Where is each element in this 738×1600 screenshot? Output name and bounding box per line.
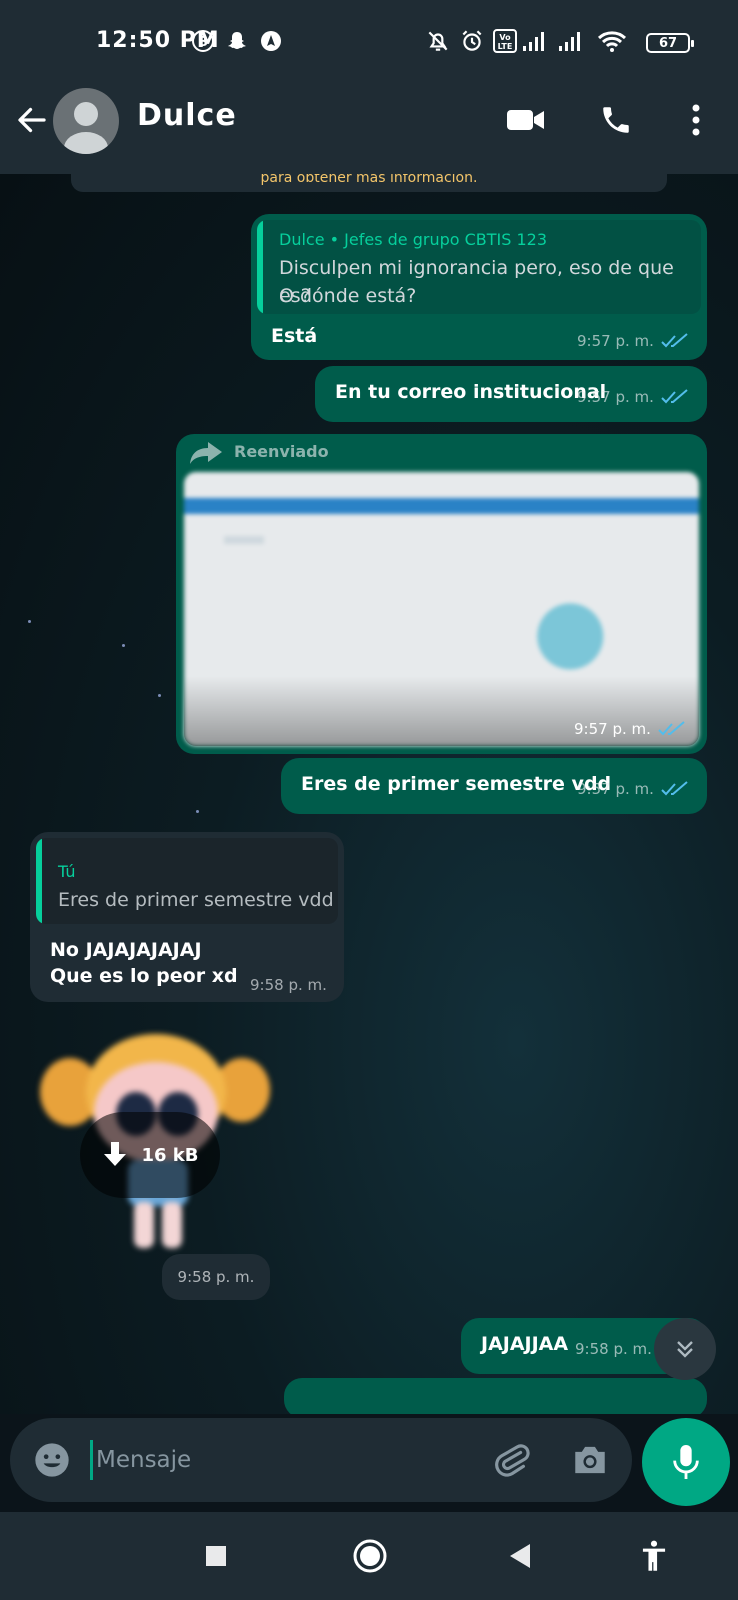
- double-chevron-down-icon: [677, 1341, 693, 1358]
- text-caret: [90, 1440, 93, 1480]
- voice-record-button[interactable]: [642, 1418, 730, 1506]
- video-call-icon[interactable]: [504, 98, 548, 142]
- bereal-icon: B: [190, 28, 216, 54]
- read-ticks-icon: [661, 389, 688, 404]
- attach-icon[interactable]: [488, 1436, 536, 1484]
- square-icon: [206, 1546, 226, 1566]
- message-composer[interactable]: [10, 1418, 632, 1502]
- mute-icon: [424, 28, 452, 54]
- circle-icon: [353, 1539, 387, 1573]
- message-bubble-outgoing[interactable]: Reenviado 9:57 p. m.: [176, 434, 707, 754]
- message-time: 9:57 p. m.: [577, 332, 654, 350]
- quoted-message[interactable]: Tú Eres de primer semestre vdd: [36, 838, 338, 924]
- background-star: [158, 694, 161, 697]
- quoted-message[interactable]: Dulce • Jefes de grupo CBTIS 123 Disculp…: [257, 220, 701, 314]
- message-time: 9:57 p. m.: [574, 720, 651, 738]
- message-meta: 9:57 p. m.: [577, 780, 690, 798]
- status-bar: 12:50 PM B Vo LTE 67: [0, 0, 738, 84]
- message-time: 9:57 p. m.: [577, 388, 654, 406]
- accessibility-icon: [642, 1540, 666, 1571]
- svg-text:Vo: Vo: [499, 33, 511, 42]
- quote-text: Eres de primer semestre vdd: [58, 889, 334, 911]
- chat-header: Dulce: [0, 84, 738, 174]
- forwarded-label: Reenviado: [234, 442, 329, 461]
- background-star: [28, 620, 31, 623]
- download-size: 16 kB: [141, 1144, 199, 1166]
- message-text: No JAJAJAJAJAJ: [50, 939, 202, 961]
- read-ticks-icon: [661, 333, 688, 348]
- mic-icon: [673, 1445, 699, 1479]
- message-meta: 9:57 p. m.: [574, 720, 687, 738]
- svg-text:B: B: [198, 35, 208, 50]
- svg-text:LTE: LTE: [498, 42, 513, 51]
- alarm-icon: [458, 28, 486, 54]
- message-bubble-incoming[interactable]: Tú Eres de primer semestre vdd No JAJAJA…: [30, 832, 344, 1002]
- message-input[interactable]: [96, 1438, 456, 1482]
- message-bubble-outgoing[interactable]: Eres de primer semestre vdd 9:57 p. m.: [281, 758, 707, 814]
- signal-icon: [556, 28, 586, 54]
- message-meta: 9:57 p. m.: [577, 388, 690, 406]
- accessibility-button[interactable]: [630, 1532, 678, 1580]
- whatsapp-chat-screen: 12:50 PM B Vo LTE 67 Dulce para obtener …: [0, 0, 738, 1600]
- read-ticks-icon: [658, 721, 685, 736]
- message-bubble-outgoing[interactable]: Dulce • Jefes de grupo CBTIS 123 Disculp…: [251, 214, 707, 360]
- wifi-icon: [596, 28, 628, 54]
- snapchat-icon: [224, 28, 250, 54]
- navigation-icon: [258, 28, 284, 54]
- message-input-bar: [0, 1400, 738, 1510]
- message-time: 9:58 p. m.: [575, 1340, 652, 1358]
- battery-icon: 67: [646, 33, 694, 53]
- quote-author: Tú: [58, 862, 76, 881]
- message-text: Que es lo peor xd: [50, 965, 238, 987]
- contact-name[interactable]: Dulce: [137, 98, 237, 133]
- background-star: [122, 644, 125, 647]
- system-navigation-bar: [0, 1512, 738, 1600]
- recents-button[interactable]: [192, 1532, 240, 1580]
- message-text: JAJAJJAA: [481, 1333, 569, 1355]
- chat-area[interactable]: para obtener más información. Dulce • Je…: [0, 174, 738, 1414]
- message-time: 9:58 p. m.: [250, 976, 327, 994]
- scroll-to-bottom-button[interactable]: [654, 1318, 716, 1380]
- volte-icon: Vo LTE: [492, 28, 518, 54]
- forward-icon: [188, 440, 224, 466]
- back-arrow-icon[interactable]: [14, 102, 50, 138]
- home-button[interactable]: [346, 1532, 394, 1580]
- emoji-icon[interactable]: [28, 1436, 76, 1484]
- download-button[interactable]: 16 kB: [80, 1112, 220, 1198]
- camera-icon[interactable]: [566, 1436, 614, 1484]
- message-meta: 9:57 p. m.: [577, 332, 690, 350]
- message-bubble-outgoing[interactable]: En tu correo institucional 9:57 p. m.: [315, 366, 707, 422]
- message-time: 9:57 p. m.: [577, 780, 654, 798]
- message-text: Está: [271, 325, 318, 347]
- avatar[interactable]: [53, 88, 119, 154]
- download-icon: [104, 1142, 127, 1166]
- system-notice: para obtener más información.: [71, 174, 667, 192]
- message-text: En tu correo institucional: [335, 381, 607, 403]
- triangle-back-icon: [510, 1544, 530, 1568]
- message-text: Eres de primer semestre vdd: [301, 773, 612, 795]
- back-button[interactable]: [496, 1532, 544, 1580]
- background-star: [196, 810, 199, 813]
- quote-text: O dónde está?: [279, 285, 417, 307]
- more-vert-icon[interactable]: [674, 98, 718, 142]
- read-ticks-icon: [661, 781, 688, 796]
- signal-icon: [520, 28, 550, 54]
- message-time: 9:58 p. m.: [162, 1254, 270, 1300]
- quote-author: Dulce • Jefes de grupo CBTIS 123: [279, 230, 548, 249]
- phone-icon[interactable]: [594, 98, 638, 142]
